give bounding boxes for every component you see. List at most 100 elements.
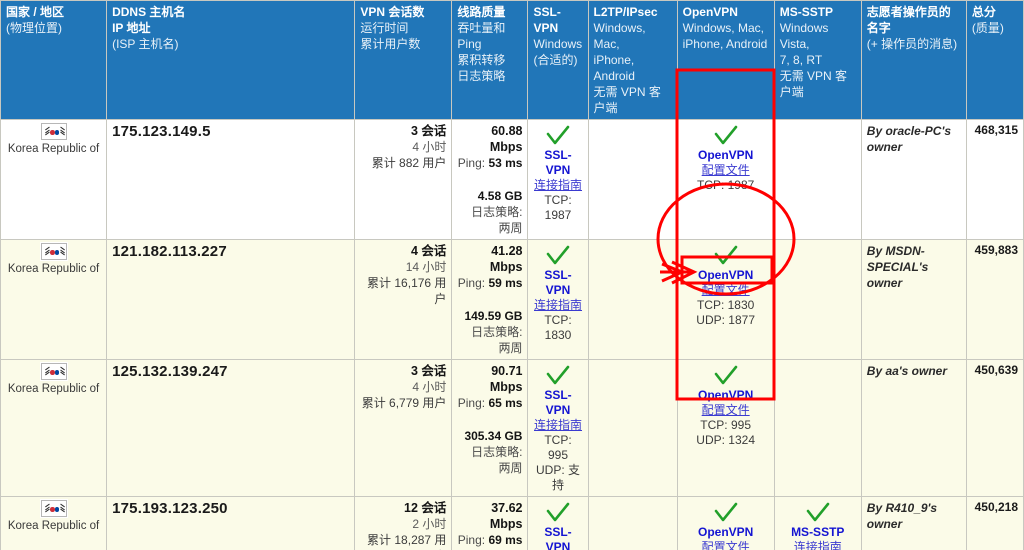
cell-line-quality: 41.28 Mbps Ping: 59 ms 149.59 GB 日志策略: 两周 bbox=[451, 239, 529, 360]
ms-sstp-available-check-icon bbox=[806, 502, 830, 522]
cell-ddns-hostname[interactable]: 175.193.123.250 bbox=[106, 496, 356, 550]
openvpn-tcp-port: TCP: 995 bbox=[700, 418, 751, 432]
openvpn-link[interactable]: 配置文件 bbox=[683, 403, 769, 418]
column-header-country-title: 国家 / 地区 bbox=[6, 5, 65, 19]
cell-line-quality: 60.88 Mbps Ping: 53 ms 4.58 GB 日志策略: 两周 bbox=[451, 119, 529, 240]
column-header-operator[interactable]: 志愿者操作员的名字 (+ 操作员的消息) bbox=[860, 0, 967, 120]
cell-openvpn[interactable]: OpenVPN配置文件TCP: 1662UDP: 1480 bbox=[676, 496, 775, 550]
ip-address: 121.182.113.227 bbox=[112, 243, 227, 260]
cell-vpn-sessions: 3 会话 4 小时 累计 882 用户 bbox=[354, 119, 453, 240]
cell-ddns-hostname[interactable]: 121.182.113.227 bbox=[106, 239, 356, 360]
cell-score: 459,883 bbox=[965, 239, 1024, 360]
ms-sstp-link[interactable]: 连接指南 bbox=[780, 540, 856, 550]
kr-flag-icon bbox=[40, 500, 67, 517]
cell-ddns-hostname[interactable]: 125.132.139.247 bbox=[106, 359, 356, 497]
cell-l2tp-ipsec bbox=[587, 119, 678, 240]
cell-line-quality: 90.71 Mbps Ping: 65 ms 305.34 GB 日志策略: 两周 bbox=[451, 359, 529, 497]
column-header-score-title: 总分 bbox=[971, 5, 996, 19]
ssl-vpn-udp-port: UDP: 支持 bbox=[536, 463, 581, 492]
ssl-vpn-link[interactable]: 连接指南 bbox=[533, 298, 582, 313]
cumulative-transfer: 305.34 GB bbox=[464, 429, 523, 443]
cell-score: 468,315 bbox=[965, 119, 1024, 240]
column-header-openvpn-sub-0: Windows, Mac, bbox=[682, 21, 764, 35]
cell-openvpn[interactable]: OpenVPN 配置文件 TCP: 1830 UDP: 1877 bbox=[676, 239, 775, 360]
column-header-line-sub-2: 日志策略 bbox=[457, 69, 506, 83]
ssl-vpn-tcp-port: TCP: 1987 bbox=[544, 193, 572, 222]
ssl-vpn-link[interactable]: 连接指南 bbox=[533, 178, 582, 193]
table-header: 国家 / 地区 (物理位置) DDNS 主机名 IP 地址 (ISP 主机名) … bbox=[0, 0, 1024, 120]
cell-ssl-vpn[interactable]: SSL-VPN 连接指南 TCP: 1987 bbox=[527, 119, 589, 240]
column-header-ms-sstp[interactable]: MS-SSTP Windows Vista, 7, 8, RT 无需 VPN 客… bbox=[773, 0, 862, 120]
throughput: 90.71 Mbps bbox=[489, 364, 523, 394]
uptime: 2 小时 bbox=[412, 517, 447, 531]
column-header-ddns-title: DDNS 主机名 bbox=[112, 5, 186, 19]
ip-address: 175.123.149.5 bbox=[112, 123, 211, 140]
column-header-line-sub-1: 累积转移 bbox=[457, 53, 506, 67]
openvpn-available-check-icon bbox=[714, 502, 737, 522]
cell-l2tp-ipsec bbox=[587, 359, 678, 497]
cell-vpn-sessions: 3 会话 4 小时 累计 6,779 用户 bbox=[354, 359, 453, 497]
column-header-openvpn-title: OpenVPN bbox=[682, 5, 738, 19]
ip-address: 175.193.123.250 bbox=[112, 500, 228, 517]
cell-ssl-vpn[interactable]: SSL-VPN 连接指南 TCP: 995 UDP: 支持 bbox=[527, 359, 589, 497]
cell-openvpn[interactable]: OpenVPN 配置文件 TCP: 995 UDP: 1324 bbox=[676, 359, 775, 497]
column-header-ddns-sub-0: IP 地址 bbox=[112, 21, 151, 35]
column-header-sstp-title: MS-SSTP bbox=[779, 5, 834, 19]
cumulative-users: 累计 18,287 用户 bbox=[367, 533, 447, 550]
cell-ssl-vpn[interactable]: SSL-VPN 连接指南 TCP: 1830 bbox=[527, 239, 589, 360]
cell-ms-sstp bbox=[773, 239, 862, 360]
column-header-ddns-sub-1: (ISP 主机名) bbox=[112, 37, 179, 51]
cumulative-users: 累计 882 用户 bbox=[371, 156, 447, 170]
table-row[interactable]: Korea Republic of 121.182.113.227 4 会话 14 小… bbox=[0, 239, 1024, 360]
openvpn-label: OpenVPN bbox=[697, 148, 754, 162]
column-header-sstp-sub-2: 无需 VPN 客户端 bbox=[779, 69, 848, 99]
cell-score: 450,218 bbox=[965, 496, 1024, 550]
cell-ddns-hostname[interactable]: 175.123.149.5 bbox=[106, 119, 356, 240]
column-header-l2tp-sub-2: 无需 VPN 客户端 bbox=[593, 85, 661, 115]
cell-ms-sstp[interactable]: MS-SSTP连接指南SSTP 主机名：vg2948692986.opengw.… bbox=[773, 496, 862, 550]
ping-latency: Ping: 59 ms bbox=[457, 276, 523, 290]
column-header-l2tp-sub-0: Windows, Mac, bbox=[593, 21, 646, 51]
openvpn-link[interactable]: 配置文件 bbox=[683, 283, 769, 298]
ssl-vpn-tcp-port: TCP: 995 bbox=[544, 433, 572, 462]
openvpn-available-check-icon bbox=[714, 245, 737, 265]
column-header-openvpn[interactable]: OpenVPN Windows, Mac, iPhone, Android bbox=[676, 0, 775, 120]
column-header-line-quality[interactable]: 线路质量 吞吐量和 Ping 累积转移 日志策略 bbox=[451, 0, 529, 120]
openvpn-link[interactable]: 配置文件 bbox=[683, 163, 769, 178]
table-row[interactable]: Korea Republic of 125.132.139.247 3 会话 4 小时… bbox=[0, 359, 1024, 497]
column-header-score[interactable]: 总分 (质量) bbox=[965, 0, 1024, 120]
ssl-vpn-tcp-port: TCP: 1830 bbox=[544, 313, 572, 342]
cell-vpn-sessions: 4 会话 14 小时 累计 16,176 用户 bbox=[354, 239, 453, 360]
column-header-ssl-title: SSL-VPN bbox=[533, 5, 561, 35]
throughput: 37.62 Mbps bbox=[489, 501, 523, 531]
cell-country: Korea Republic of bbox=[0, 359, 108, 497]
country-name: Korea Republic of bbox=[7, 143, 100, 155]
cell-ms-sstp bbox=[773, 359, 862, 497]
session-count: 12 会话 bbox=[404, 501, 447, 515]
column-header-vpn-sub-1: 累计用户数 bbox=[360, 37, 421, 51]
table-row[interactable]: Korea Republic of 175.193.123.250 12 会话 2 小… bbox=[0, 496, 1024, 550]
cell-ssl-vpn[interactable]: SSL-VPN连接指南TCP: 1662UDP: 支持 bbox=[527, 496, 589, 550]
column-header-openvpn-sub-1: iPhone, Android bbox=[682, 37, 768, 51]
column-header-l2tp[interactable]: L2TP/IPsec Windows, Mac, iPhone, Android… bbox=[587, 0, 678, 120]
session-count: 3 会话 bbox=[410, 124, 447, 138]
column-header-vpn-sessions[interactable]: VPN 会话数 运行时间 累计用户数 bbox=[354, 0, 453, 120]
column-header-ddns[interactable]: DDNS 主机名 IP 地址 (ISP 主机名) bbox=[106, 0, 356, 120]
ssl-vpn-label: SSL-VPN bbox=[544, 388, 572, 417]
country-name: Korea Republic of bbox=[7, 263, 100, 275]
column-header-country[interactable]: 国家 / 地区 (物理位置) bbox=[0, 0, 108, 120]
ssl-vpn-label: SSL-VPN bbox=[544, 268, 572, 297]
table-row[interactable]: Korea Republic of 175.123.149.5 3 会话 4 小时 累计… bbox=[0, 119, 1024, 240]
ping-latency: Ping: 65 ms bbox=[457, 396, 523, 410]
throughput: 60.88 Mbps bbox=[489, 124, 523, 154]
openvpn-label: OpenVPN bbox=[697, 525, 754, 539]
cumulative-transfer: 149.59 GB bbox=[464, 309, 523, 323]
cell-operator: By aa's owner bbox=[860, 359, 967, 497]
cell-openvpn[interactable]: OpenVPN 配置文件 TCP: 1987 bbox=[676, 119, 775, 240]
log-policy-label: 日志策略: bbox=[471, 205, 523, 219]
ssl-vpn-link[interactable]: 连接指南 bbox=[533, 418, 582, 433]
column-header-ssl-vpn[interactable]: SSL-VPN Windows (合适的) bbox=[527, 0, 589, 120]
ms-sstp-label: MS-SSTP bbox=[791, 525, 845, 539]
openvpn-link[interactable]: 配置文件 bbox=[683, 540, 769, 550]
uptime: 4 小时 bbox=[412, 380, 447, 394]
